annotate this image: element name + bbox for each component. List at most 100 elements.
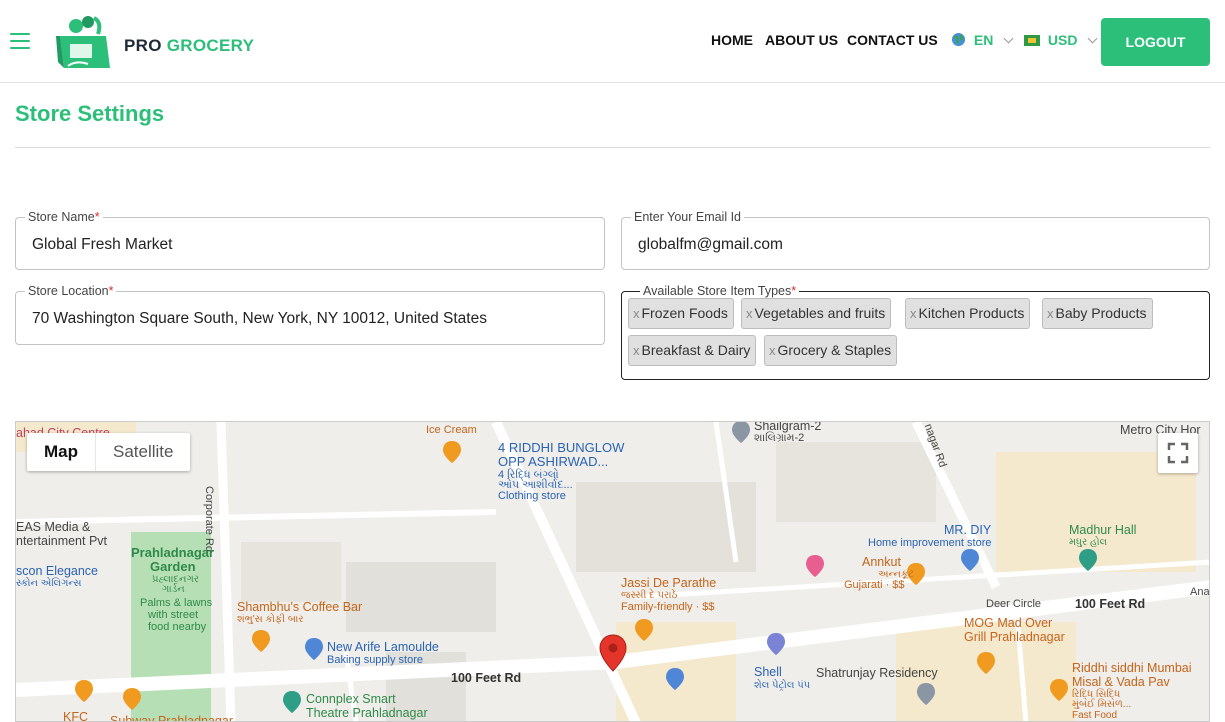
chip-label: Baby Products (1055, 305, 1147, 321)
map-label: ગાર્ડન (162, 584, 185, 595)
store-name-field[interactable]: Store Name* Global Fresh Market (15, 210, 605, 270)
chip-remove-icon[interactable]: x (1047, 306, 1054, 321)
store-name-input[interactable]: Global Fresh Market (32, 236, 172, 254)
chip-label: Frozen Foods (641, 305, 728, 321)
theatre-pin-icon (283, 691, 301, 713)
map-label: food nearby (148, 621, 207, 633)
chip-remove-icon[interactable]: x (633, 306, 640, 321)
map-label: Connplex Smart (306, 692, 396, 706)
gas-station-pin-icon (767, 633, 785, 655)
map-label: Shambhu's Coffee Bar (237, 600, 363, 614)
map-label: scon Elegance (16, 564, 99, 578)
chip-label: Vegetables and fruits (754, 305, 886, 321)
map-label: 100 Feet Rd (451, 671, 522, 685)
chip-remove-icon[interactable]: x (633, 343, 640, 358)
restaurant-pin-icon (443, 441, 461, 463)
map-label: Jassi De Parathe (621, 576, 717, 590)
chip-remove-icon[interactable]: x (910, 306, 917, 321)
email-input[interactable]: globalfm@gmail.com (638, 236, 783, 254)
map-label: Shell (754, 665, 782, 679)
map-label: New Arife Lamoulde (327, 640, 439, 654)
map-label: શંભુ'સ કોફી બાર (237, 614, 304, 625)
top-navbar: PRO GROCERY HOME ABOUT US CONTACT US EN … (0, 0, 1225, 83)
fullscreen-button[interactable] (1158, 433, 1198, 473)
chip-grocery-and-staples[interactable]: x Grocery & Staples (764, 335, 898, 366)
chip-label: Kitchen Products (918, 305, 1025, 321)
map-label: Misal & Vada Pav (1072, 675, 1170, 689)
map-label: Corporate Rd (203, 486, 215, 553)
chip-vegetables-and-fruits[interactable]: x Vegetables and fruits (741, 298, 892, 329)
grocery-bag-logo (56, 16, 110, 68)
nav-contact-us[interactable]: CONTACT US (847, 32, 938, 48)
logo-pro-text: PRO (124, 36, 162, 55)
map-label: OPP ASHIRWAD... (498, 454, 609, 469)
restaurant-pin-icon (977, 652, 995, 674)
nav-home[interactable]: HOME (711, 32, 753, 48)
logout-button[interactable]: LOGOUT (1101, 18, 1210, 66)
nav-about-us[interactable]: ABOUT US (765, 32, 838, 48)
map-view-button[interactable]: Map (27, 433, 96, 471)
map-label: Clothing store (498, 490, 566, 502)
hotel-pin-icon (806, 555, 824, 577)
map-label: Grill Prahladnagar (964, 630, 1065, 644)
item-types-label: Available Store Item Types (643, 284, 792, 298)
chip-baby-products[interactable]: x Baby Products (1042, 298, 1153, 329)
language-selector[interactable]: EN (951, 32, 1014, 48)
map-label: Family-friendly · $$ (621, 601, 715, 613)
map-label: Shatrunjay Residency (816, 666, 938, 680)
map-label: Deer Circle (986, 598, 1042, 610)
item-types-multiselect[interactable]: Available Store Item Types* x Frozen Food… (621, 284, 1210, 380)
map-label: EAS Media & (16, 520, 91, 534)
map-label: શેલ પેટ્રોલ પંપ (754, 680, 811, 691)
restaurant-pin-icon (123, 688, 141, 710)
chip-label: Grocery & Staples (777, 342, 892, 358)
place-pin-icon (917, 683, 935, 705)
email-field[interactable]: Enter Your Email Id globalfm@gmail.com (621, 210, 1210, 270)
map-label: Subway Prahladnagar (110, 714, 233, 722)
store-location-field[interactable]: Store Location* 70 Washington Square Sou… (15, 284, 605, 345)
map-label: Theatre Prahladnagar (306, 706, 428, 720)
fullscreen-icon (1167, 442, 1189, 464)
required-mark: * (791, 284, 797, 298)
store-location-input[interactable]: 70 Washington Square South, New York, NY… (32, 310, 487, 328)
store-map[interactable]: ahad City Centre Ice Cream 4 RIDDHI BUNG… (15, 421, 1210, 722)
restaurant-pin-icon (1050, 679, 1068, 701)
map-label: ntertainment Pvt (16, 534, 108, 548)
restaurant-pin-icon (75, 680, 93, 702)
store-location-label: Store Location (28, 284, 109, 298)
map-label: KFC (63, 710, 88, 722)
shop-pin-icon (305, 638, 323, 660)
map-label: સ્કોન એલિગન્સ (16, 578, 82, 589)
chip-breakfast-and-dairy[interactable]: x Breakfast & Dairy (628, 335, 757, 366)
divider (15, 147, 1210, 148)
map-label: Gujarati · $$ (844, 579, 905, 591)
map-label: Prahladnagar (131, 545, 215, 560)
park-pin-icon (1079, 549, 1097, 571)
map-label: Home improvement store (868, 537, 992, 549)
map-label: Garden (150, 559, 196, 574)
currency-selector[interactable]: USD (1024, 32, 1098, 48)
logo[interactable]: PRO GROCERY (54, 14, 264, 72)
restaurant-pin-icon (635, 619, 653, 641)
satellite-view-button[interactable]: Satellite (96, 433, 190, 471)
email-label: Enter Your Email Id (631, 210, 745, 224)
chip-kitchen-products[interactable]: x Kitchen Products (905, 298, 1031, 329)
map-pin-icon[interactable] (599, 634, 627, 672)
cafe-pin-icon (252, 630, 270, 652)
map-label: MR. DIY (944, 523, 992, 537)
chip-remove-icon[interactable]: x (746, 306, 753, 321)
shop-pin-icon (666, 668, 684, 690)
logo-grocery-text: GROCERY (166, 36, 255, 55)
map-label: Riddhi siddhi Mumbai (1072, 661, 1192, 675)
chip-frozen-foods[interactable]: x Frozen Foods (628, 298, 734, 329)
map-label: Anar (1190, 586, 1210, 598)
shop-pin-icon (961, 549, 979, 571)
map-label: મધુર હોલ (1069, 537, 1108, 548)
map-label: 4 RIDDHI BUNGLOW (498, 440, 625, 455)
menu-icon[interactable] (10, 33, 30, 49)
currency-label: USD (1047, 32, 1078, 48)
map-type-toggle: Map Satellite (27, 433, 191, 471)
map-label: 100 Feet Rd (1075, 597, 1146, 611)
chip-remove-icon[interactable]: x (769, 343, 776, 358)
map-label: Fast Food (1072, 710, 1118, 721)
